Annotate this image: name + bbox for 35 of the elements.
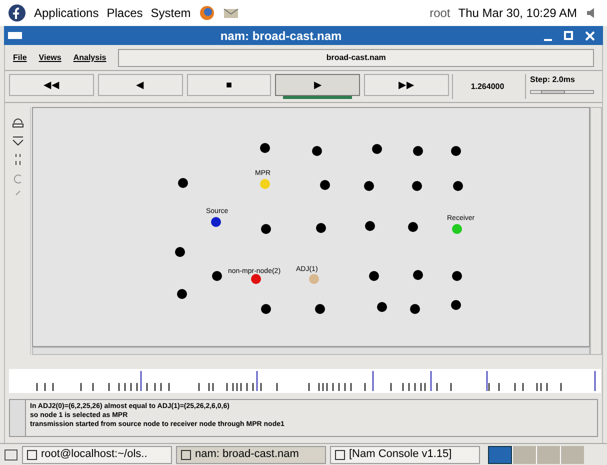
- close-icon[interactable]: [585, 30, 595, 40]
- user-name: root: [430, 5, 450, 22]
- file-name-field: broad-cast.nam: [118, 48, 594, 66]
- playback-button[interactable]: ▶▶: [364, 74, 449, 96]
- menu-item[interactable]: Views: [38, 52, 62, 64]
- playback-button[interactable]: ◀: [98, 74, 183, 96]
- panel-menu[interactable]: System: [150, 4, 191, 22]
- panel-menu[interactable]: Places: [106, 4, 143, 22]
- mail-icon[interactable]: [222, 6, 239, 20]
- maximize-icon[interactable]: [564, 31, 573, 40]
- menu-item[interactable]: File: [13, 52, 27, 64]
- window-icon: [335, 450, 345, 460]
- show-desktop-icon[interactable]: [4, 448, 18, 462]
- workspace-switcher[interactable]: [488, 446, 584, 464]
- window-title: nam: broad-cast.nam: [219, 28, 343, 44]
- taskbar-button[interactable]: [Nam Console v1.15]: [330, 446, 480, 464]
- playback-button[interactable]: ▶: [275, 74, 360, 96]
- clock[interactable]: Thu Mar 30, 10:29 AM: [458, 4, 577, 22]
- taskbar-button[interactable]: root@localhost:~/ols..: [22, 446, 172, 464]
- slider-thumb[interactable]: [540, 90, 565, 94]
- minimize-icon[interactable]: [544, 38, 552, 40]
- log-scrollbar[interactable]: [10, 400, 26, 436]
- step-slider[interactable]: Step: 2.0ms: [525, 74, 598, 99]
- horizontal-scrollbar[interactable]: [32, 347, 590, 355]
- browser-icon[interactable]: [198, 5, 215, 21]
- playback-button[interactable]: ◀◀: [9, 74, 94, 96]
- time-display: 1.264000: [452, 74, 522, 99]
- menu-item[interactable]: Analysis: [73, 52, 106, 64]
- panel-menu[interactable]: Applications: [34, 4, 99, 22]
- taskbar-button[interactable]: nam: broad-cast.nam: [176, 446, 326, 464]
- playback-button[interactable]: ■: [186, 74, 272, 96]
- window-icon: [181, 450, 191, 460]
- fedora-logo-icon[interactable]: [8, 4, 26, 22]
- window-icon: [27, 450, 37, 460]
- vertical-scrollbar[interactable]: [590, 107, 602, 355]
